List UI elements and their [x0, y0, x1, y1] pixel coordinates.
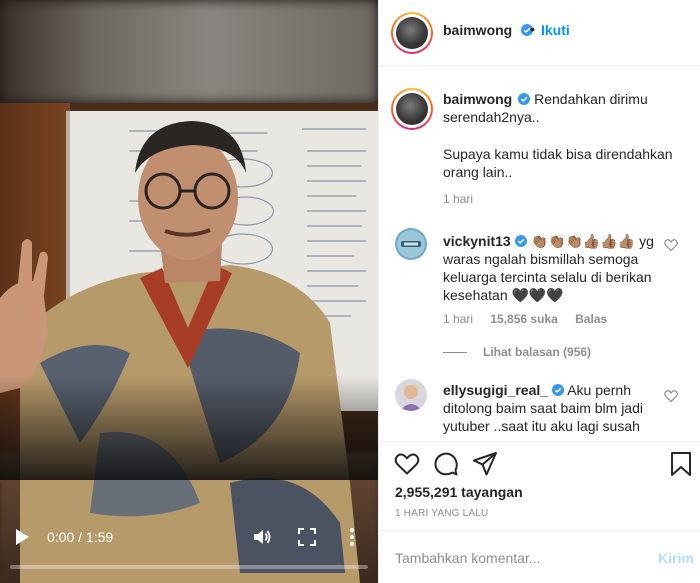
- caption-text: baimwong Rendahkan dirimu serendah2nya..: [443, 90, 678, 126]
- comment-text: ellysugigi_real_ Aku pernh ditolong baim…: [443, 381, 665, 435]
- like-comment-heart-icon[interactable]: [664, 238, 678, 252]
- video-progress-bar[interactable]: [10, 565, 368, 569]
- verified-badge-icon: [514, 235, 527, 247]
- video-player[interactable]: 0:00 / 1:59: [0, 0, 378, 583]
- comment-likes[interactable]: 15,856 suka: [490, 312, 557, 326]
- video-time: 0:00 / 1:59: [47, 529, 114, 545]
- header-user[interactable]: baimwong: [443, 22, 533, 40]
- caption-username[interactable]: baimwong: [443, 91, 512, 107]
- post-comment-button[interactable]: Kirim: [658, 550, 694, 566]
- video-controls: 0:00 / 1:59: [0, 520, 378, 554]
- follow-button[interactable]: Ikuti: [541, 22, 570, 38]
- video-controls-gradient: [0, 375, 378, 480]
- verified-badge-icon: [518, 93, 531, 105]
- reply-button[interactable]: Balas: [575, 312, 607, 326]
- comment-text: vickynit13 👏🏽👏🏽👏🏽👍🏽👍🏽👍🏽 yg waras ngalah …: [443, 232, 665, 304]
- video-person: [0, 121, 360, 583]
- comment-time[interactable]: 1 hari: [443, 312, 473, 326]
- header-separator: •: [530, 21, 535, 37]
- video-frame[interactable]: [0, 103, 378, 583]
- comment-input[interactable]: [395, 548, 635, 568]
- caption-timestamp[interactable]: 1 hari: [443, 192, 473, 206]
- comment-bubble-icon[interactable]: [433, 451, 459, 477]
- verified-badge-icon: [552, 384, 565, 396]
- comment-avatar[interactable]: [395, 379, 427, 411]
- video-blur-background: [0, 0, 378, 103]
- more-options-icon[interactable]: [348, 527, 356, 547]
- share-send-icon[interactable]: [472, 451, 498, 477]
- post-timestamp[interactable]: 1 HARI YANG LALU: [395, 508, 488, 519]
- play-icon[interactable]: [14, 528, 30, 546]
- caption-line2: Supaya kamu tidak bisa direndahkan orang…: [443, 146, 673, 180]
- comment-avatar[interactable]: [395, 228, 427, 260]
- view-replies-label: Lihat balasan (956): [483, 345, 592, 359]
- comment-username[interactable]: ellysugigi_real_: [443, 382, 548, 398]
- post-panel: baimwong • Ikuti baimwong Rendahkan diri…: [378, 0, 700, 583]
- post-header: baimwong • Ikuti: [379, 0, 700, 66]
- volume-icon[interactable]: [252, 527, 272, 547]
- replies-divider: [443, 352, 467, 354]
- view-replies-button[interactable]: Lihat balasan (956): [443, 345, 591, 359]
- view-count[interactable]: 2,955,291 tayangan: [395, 484, 523, 500]
- comment-username[interactable]: vickynit13: [443, 233, 511, 249]
- comment-meta: 1 hari 15,856 suka Balas: [443, 312, 621, 326]
- like-comment-heart-icon[interactable]: [664, 389, 678, 403]
- post-actions: [379, 441, 700, 481]
- header-username[interactable]: baimwong: [443, 22, 512, 38]
- header-avatar[interactable]: [391, 12, 433, 54]
- add-comment-bar: Kirim: [379, 530, 700, 583]
- caption-avatar[interactable]: [391, 88, 433, 130]
- fullscreen-icon[interactable]: [298, 528, 316, 546]
- bookmark-icon[interactable]: [668, 451, 694, 477]
- like-heart-icon[interactable]: [394, 451, 420, 477]
